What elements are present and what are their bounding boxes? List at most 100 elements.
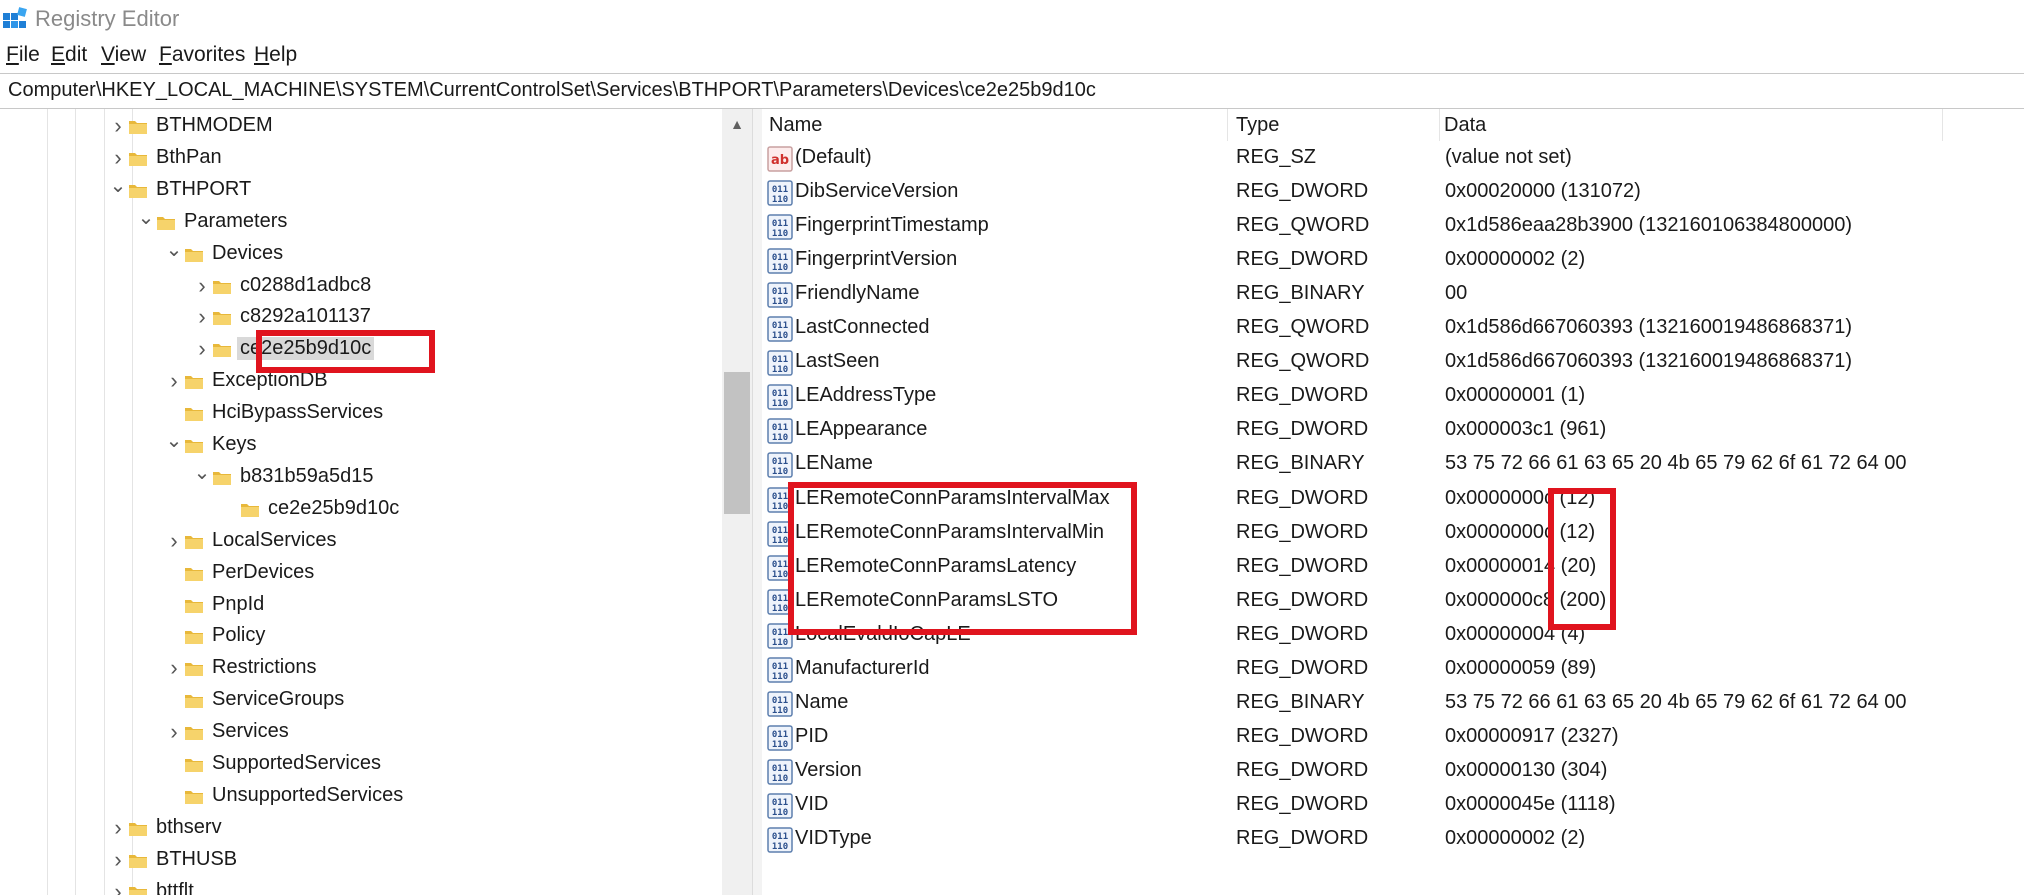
cell-type: REG_QWORD bbox=[1236, 350, 1370, 373]
address-path[interactable]: Computer\HKEY_LOCAL_MACHINE\SYSTEM\Curre… bbox=[8, 79, 1096, 102]
tree-node[interactable]: › bthserv bbox=[0, 813, 720, 843]
tree-node[interactable]: › BTHMODEM bbox=[0, 111, 720, 141]
cell-type: REG_DWORD bbox=[1236, 520, 1369, 543]
table-row[interactable]: 011 110 FriendlyName REG_BINARY 00 bbox=[762, 278, 2026, 312]
chevron-right-icon[interactable]: › bbox=[164, 526, 184, 556]
cell-name: LERemoteConnParamsLSTO bbox=[795, 588, 1059, 611]
table-row[interactable]: 011 110 Name REG_BINARY 53 75 72 66 61 63 65… bbox=[762, 687, 2026, 721]
tree-node[interactable]: › LocalServices bbox=[0, 526, 720, 556]
tree-node[interactable]: ⌄ b831b59a5d15 bbox=[0, 462, 720, 492]
tree-node[interactable]: › BthPan bbox=[0, 143, 720, 173]
column-header-name[interactable]: Name bbox=[769, 109, 822, 141]
table-row[interactable]: 011 110 FingerprintVersion REG_DWORD 0x00000… bbox=[762, 244, 2026, 278]
tree-node[interactable]: › ce2e25b9d10c bbox=[0, 334, 720, 364]
folder-icon bbox=[184, 565, 204, 582]
cell-data: 0x00000004 (4) bbox=[1445, 622, 1586, 645]
table-row[interactable]: 011 110 DibServiceVersion REG_DWORD 0x000200… bbox=[762, 176, 2026, 210]
tree-node[interactable]: ce2e25b9d10c bbox=[0, 494, 720, 524]
chevron-right-icon[interactable]: › bbox=[108, 877, 128, 895]
table-row[interactable]: ab (Default) REG_SZ (value not set) bbox=[762, 142, 2026, 176]
chevron-right-icon[interactable]: › bbox=[108, 143, 128, 173]
folder-icon bbox=[184, 724, 204, 741]
table-row[interactable]: 011 110 ManufacturerId REG_DWORD 0x00000059 … bbox=[762, 653, 2026, 687]
chevron-right-icon[interactable]: › bbox=[108, 111, 128, 141]
chevron-right-icon[interactable]: › bbox=[108, 845, 128, 875]
chevron-right-icon[interactable]: › bbox=[164, 717, 184, 747]
svg-text:110: 110 bbox=[772, 229, 788, 239]
table-row[interactable]: 011 110 LERemoteConnParamsLSTO REG_DWORD 0x0… bbox=[762, 585, 2026, 619]
table-row[interactable]: 011 110 LERemoteConnParamsIntervalMin REG_D… bbox=[762, 517, 2026, 551]
cell-type: REG_BINARY bbox=[1236, 452, 1365, 475]
column-separator[interactable] bbox=[1942, 109, 1943, 141]
column-separator[interactable] bbox=[1439, 109, 1440, 141]
column-header-type[interactable]: Type bbox=[1236, 109, 1279, 141]
folder-icon bbox=[184, 246, 204, 263]
svg-text:110: 110 bbox=[772, 570, 788, 580]
chevron-down-icon[interactable]: ⌄ bbox=[164, 430, 184, 460]
menu-edit[interactable]: Edit bbox=[51, 43, 87, 67]
tree-node[interactable]: HciBypassServices bbox=[0, 398, 720, 428]
table-row[interactable]: 011 110 LastSeen REG_QWORD 0x1d586d667060393… bbox=[762, 346, 2026, 380]
table-row[interactable]: 011 110 LERemoteConnParamsIntervalMax REG_D… bbox=[762, 483, 2026, 517]
svg-text:011: 011 bbox=[772, 730, 788, 740]
chevron-right-icon[interactable]: › bbox=[164, 366, 184, 396]
table-row[interactable]: 011 110 FingerprintTimestamp REG_QWORD 0x1d5… bbox=[762, 210, 2026, 244]
chevron-right-icon[interactable]: › bbox=[192, 302, 212, 332]
chevron-right-icon[interactable]: › bbox=[164, 653, 184, 683]
menu-view[interactable]: View bbox=[101, 43, 146, 67]
column-header-data[interactable]: Data bbox=[1444, 109, 1486, 141]
chevron-right-icon[interactable]: › bbox=[108, 813, 128, 843]
table-row[interactable]: 011 110 LocalEvaldIoCapLE REG_DWORD 0x000000… bbox=[762, 619, 2026, 653]
tree-scrollbar[interactable]: ▲ bbox=[722, 109, 752, 895]
tree-node[interactable]: ServiceGroups bbox=[0, 685, 720, 715]
table-row[interactable]: 011 110 Version REG_DWORD 0x00000130 (304) bbox=[762, 755, 2026, 789]
table-row[interactable]: 011 110 VIDType REG_DWORD 0x00000002 (2) bbox=[762, 823, 2026, 857]
tree-node[interactable]: › ExceptionDB bbox=[0, 366, 720, 396]
tree-node[interactable]: Policy bbox=[0, 621, 720, 651]
tree-node[interactable]: ⌄ Keys bbox=[0, 430, 720, 460]
table-row[interactable]: 011 110 LEAppearance REG_DWORD 0x000003c1 (9… bbox=[762, 414, 2026, 448]
address-bar[interactable]: Computer\HKEY_LOCAL_MACHINE\SYSTEM\Curre… bbox=[0, 73, 2024, 109]
tree-node[interactable]: › c0288d1adbc8 bbox=[0, 271, 720, 301]
table-row[interactable]: 011 110 LastConnected REG_QWORD 0x1d586d6670… bbox=[762, 312, 2026, 346]
tree-node[interactable]: PerDevices bbox=[0, 558, 720, 588]
tree-node[interactable]: UnsupportedServices bbox=[0, 781, 720, 811]
cell-data: 0x00000001 (1) bbox=[1445, 384, 1586, 407]
key-tree[interactable]: › BTHMODEM › BthPan ⌄ BTHPORT ⌄ Parameters ⌄ Devi… bbox=[0, 109, 752, 895]
table-row[interactable]: 011 110 LERemoteConnParamsLatency REG_DWORD… bbox=[762, 551, 2026, 585]
menu-favorites[interactable]: Favorites bbox=[159, 43, 245, 67]
table-row[interactable]: 011 110 PID REG_DWORD 0x00000917 (2327) bbox=[762, 721, 2026, 755]
chevron-right-icon[interactable]: › bbox=[192, 271, 212, 301]
svg-text:110: 110 bbox=[772, 433, 788, 443]
pane-splitter[interactable] bbox=[752, 109, 762, 895]
menu-help[interactable]: Help bbox=[254, 43, 297, 67]
chevron-down-icon[interactable]: ⌄ bbox=[164, 239, 184, 269]
registry-editor-window: Registry Editor File Edit View Favorites… bbox=[0, 0, 2026, 895]
binary-value-icon: 011 110 bbox=[767, 180, 793, 206]
tree-node[interactable]: ⌄ BTHPORT bbox=[0, 175, 720, 205]
values-list[interactable]: Name Type Data ab (Default) REG_SZ (value n… bbox=[762, 109, 2026, 895]
cell-data: 0x000003c1 (961) bbox=[1445, 418, 1607, 441]
table-row[interactable]: 011 110 LEName REG_BINARY 53 75 72 66 61 63 … bbox=[762, 448, 2026, 482]
tree-node[interactable]: ⌄ Devices bbox=[0, 239, 720, 269]
tree-node[interactable]: › Restrictions bbox=[0, 653, 720, 683]
table-row[interactable]: 011 110 VID REG_DWORD 0x0000045e (1118) bbox=[762, 789, 2026, 823]
tree-node[interactable]: › Services bbox=[0, 717, 720, 747]
chevron-down-icon[interactable]: ⌄ bbox=[192, 462, 212, 492]
table-row[interactable]: 011 110 LEAddressType REG_DWORD 0x00000001 (… bbox=[762, 380, 2026, 414]
tree-node[interactable]: › c8292a101137 bbox=[0, 302, 720, 332]
tree-node[interactable]: PnpId bbox=[0, 590, 720, 620]
cell-type: REG_DWORD bbox=[1236, 554, 1369, 577]
tree-node[interactable]: ⌄ Parameters bbox=[0, 207, 720, 237]
tree-node[interactable]: SupportedServices bbox=[0, 749, 720, 779]
menu-file[interactable]: File bbox=[6, 43, 40, 67]
tree-node[interactable]: › bttflt bbox=[0, 877, 720, 895]
column-separator[interactable] bbox=[1227, 109, 1228, 141]
tree-node[interactable]: › BTHUSB bbox=[0, 845, 720, 875]
chevron-down-icon[interactable]: ⌄ bbox=[136, 207, 156, 237]
chevron-right-icon[interactable]: › bbox=[192, 334, 212, 364]
scroll-thumb[interactable] bbox=[724, 372, 750, 514]
chevron-down-icon[interactable]: ⌄ bbox=[108, 175, 128, 205]
scroll-up-arrow-icon[interactable]: ▲ bbox=[722, 109, 752, 139]
cell-type: REG_SZ bbox=[1236, 146, 1317, 168]
